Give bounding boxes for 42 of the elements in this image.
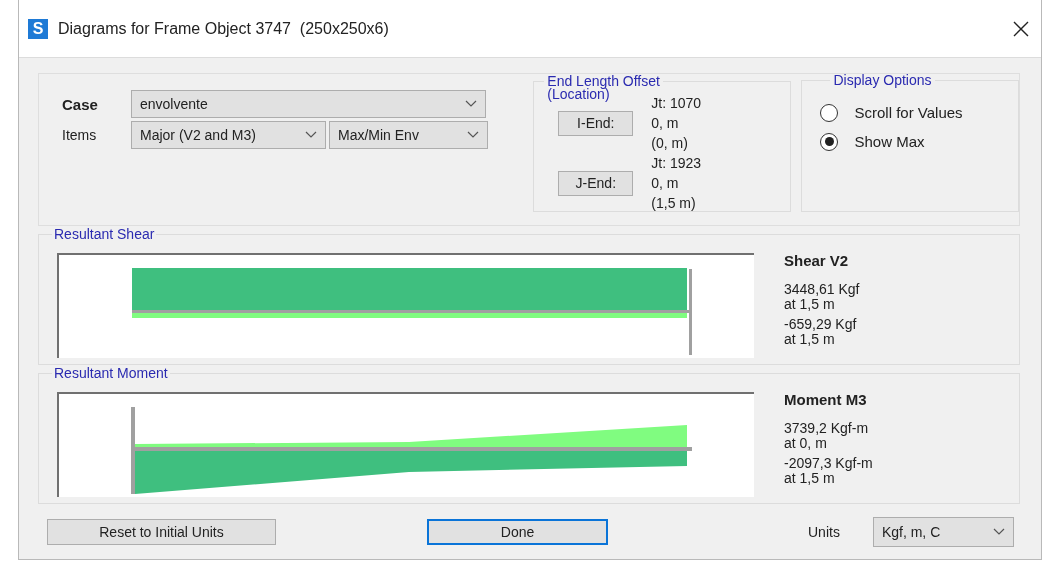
case-label: Case [62, 95, 99, 113]
reading-value: 3448,61 Kgf [784, 282, 860, 297]
reading-location: at 0, m [784, 436, 828, 451]
envelope-dropdown[interactable]: Max/Min Env [329, 121, 488, 149]
radio-button[interactable] [820, 103, 839, 122]
location-value: (0, m) [651, 134, 689, 153]
group-title: End Length Offset [546, 72, 661, 89]
joint-label: Jt: 1070 [651, 94, 702, 113]
panel-title: Resultant Moment [52, 365, 170, 381]
caret-icon [992, 528, 1005, 536]
reading-value: 3739,2 Kgf-m [784, 421, 870, 436]
radio-label: Scroll for Values [854, 104, 963, 121]
reset-units-button[interactable]: Reset to Initial Units [47, 519, 276, 545]
end-button[interactable]: I-End: [558, 110, 634, 136]
close-icon[interactable] [1013, 20, 1029, 37]
reading-location: at 1,5 m [784, 332, 836, 347]
window-title: Diagrams for Frame Object 3747 (250x250x6) [58, 19, 390, 38]
location-value: (1,5 m) [651, 194, 697, 213]
end-button[interactable]: J-End: [558, 170, 634, 196]
group-title: Display Options [832, 72, 933, 88]
done-button[interactable]: Done [427, 519, 608, 545]
radio-button[interactable] [820, 132, 839, 151]
reading-location: at 1,5 m [784, 471, 836, 486]
case-dropdown[interactable]: envolvente [131, 90, 486, 118]
units-label: Units [808, 524, 840, 540]
reading-value: -659,29 Kgf [784, 317, 858, 332]
offset-value: 0, m [651, 114, 680, 133]
items-label: Items [62, 127, 98, 143]
reading-location: at 1,5 m [784, 297, 836, 312]
caret-icon [467, 131, 479, 139]
units-dropdown[interactable]: Kgf, m, C [872, 517, 1014, 547]
diagram-heading: Moment M3 [784, 392, 868, 407]
caret-icon [305, 131, 317, 139]
reading-value: -2097,3 Kgf-m [784, 456, 873, 471]
panel-title: Resultant Shear [52, 226, 157, 242]
app-logo-icon: S [28, 18, 48, 39]
radio-label: Show Max [854, 133, 925, 150]
diagram-heading: Shear V2 [784, 253, 850, 268]
offset-value: 0, m [651, 174, 680, 193]
caret-icon [465, 100, 477, 108]
items-dropdown[interactable]: Major (V2 and M3) [131, 121, 326, 149]
joint-label: Jt: 1923 [651, 154, 702, 173]
